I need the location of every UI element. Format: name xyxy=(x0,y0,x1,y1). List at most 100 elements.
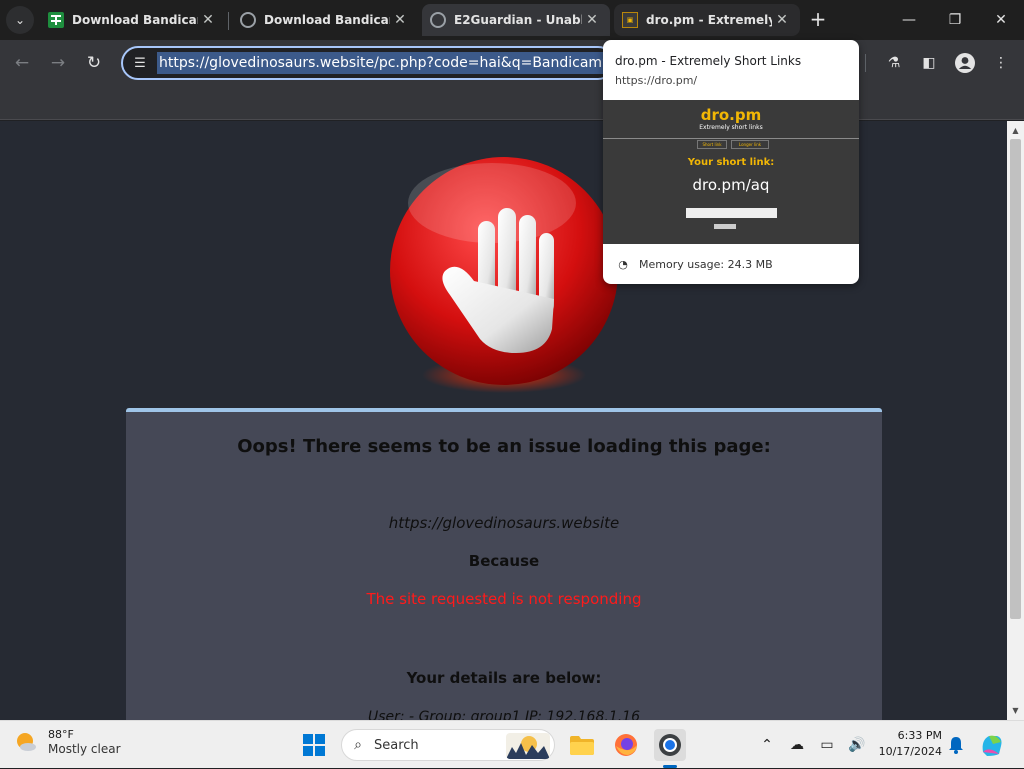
because-label: Because xyxy=(468,552,540,570)
tab-separator xyxy=(228,12,229,30)
chrome-button[interactable] xyxy=(654,729,686,761)
clock[interactable]: 6:33 PM 10/17/2024 xyxy=(870,728,942,760)
preview-button xyxy=(714,224,736,229)
memory-gauge-icon: ◔ xyxy=(618,257,628,271)
file-explorer-button[interactable] xyxy=(566,729,598,761)
error-panel: Oops! There seems to be an issue loading… xyxy=(126,408,882,720)
address-bar[interactable]: ☰ https://glovedinosaurs.website/pc.php?… xyxy=(121,46,615,80)
new-tab-button[interactable]: + xyxy=(806,8,830,32)
vertical-scrollbar[interactable]: ▲ ▼ xyxy=(1007,121,1024,720)
folder-icon xyxy=(570,736,594,755)
taskbar: 88°F Mostly clear ⌕ Search ⌃ ☁ ▭ 🔊 6:33 … xyxy=(0,720,1024,768)
close-icon[interactable]: ✕ xyxy=(390,12,410,28)
notifications-button[interactable] xyxy=(944,729,968,761)
globe-icon xyxy=(430,12,446,28)
system-tray: ⌃ ☁ ▭ 🔊 xyxy=(752,721,872,769)
cloud-offline-icon[interactable]: ☁ xyxy=(782,737,812,753)
preview-tab-long: Longer link xyxy=(731,140,769,149)
start-button[interactable] xyxy=(298,729,330,761)
search-highlight-art-icon xyxy=(506,733,550,759)
taskbar-search[interactable]: ⌕ Search xyxy=(341,729,555,761)
tab-download-bandicam-1[interactable]: Download Bandicam ( ✕ xyxy=(40,4,226,36)
error-reason: The site requested is not responding xyxy=(366,590,642,608)
tab-download-bandicam-2[interactable]: Download Bandicam 3 ✕ xyxy=(232,4,418,36)
scroll-down-arrow-icon[interactable]: ▼ xyxy=(1007,703,1024,719)
minimize-button[interactable]: — xyxy=(886,0,932,40)
dropm-favicon-icon: ▣ xyxy=(622,12,638,28)
restore-button[interactable]: ❐ xyxy=(932,0,978,40)
preview-divider xyxy=(603,138,859,139)
site-info-icon[interactable]: ☰ xyxy=(123,56,157,71)
close-icon[interactable]: ✕ xyxy=(772,12,792,28)
tab-hover-card: dro.pm - Extremely Short Links https://d… xyxy=(603,40,859,284)
tab-title: dro.pm - Extremely Sh xyxy=(646,13,772,27)
close-window-button[interactable]: ✕ xyxy=(978,0,1024,40)
hover-card-preview: dro.pm Extremely short links Short link … xyxy=(603,100,859,244)
hover-card-memory: ◔ Memory usage: 24.3 MB xyxy=(603,244,859,284)
preview-logo: dro.pm xyxy=(700,106,762,124)
tab-title: E2Guardian - Unable t xyxy=(454,13,582,27)
firefox-icon xyxy=(615,734,637,756)
profile-avatar-icon[interactable] xyxy=(955,53,975,73)
bookmark-bar xyxy=(0,86,1024,120)
copilot-icon xyxy=(982,735,1002,756)
chevron-down-icon: ⌄ xyxy=(14,13,26,27)
stop-hand-icon xyxy=(390,157,618,393)
details-heading: Your details are below: xyxy=(406,669,602,687)
user-details: User: - Group: group1 IP: 192.168.1.16 xyxy=(367,709,640,720)
browser-toolbar: ← → ↻ ☰ https://glovedinosaurs.website/p… xyxy=(0,40,1024,86)
volume-icon[interactable]: 🔊 xyxy=(842,737,872,753)
weather-temp: 88°F xyxy=(48,728,74,741)
back-arrow-icon: ← xyxy=(14,53,30,73)
close-icon[interactable]: ✕ xyxy=(198,12,218,28)
reload-button[interactable]: ↻ xyxy=(79,48,109,78)
error-heading: Oops! There seems to be an issue loading… xyxy=(237,436,771,457)
memory-usage-text: Memory usage: 24.3 MB xyxy=(639,257,773,271)
scrollbar-thumb[interactable] xyxy=(1010,139,1021,619)
preview-short-link: dro.pm/aq xyxy=(692,176,770,194)
tab-title: Download Bandicam ( xyxy=(72,13,198,27)
side-panel-icon[interactable]: ◧ xyxy=(919,53,939,73)
preview-input-box xyxy=(686,208,777,218)
restore-icon: ❐ xyxy=(948,12,962,28)
close-icon: ✕ xyxy=(995,12,1007,28)
network-icon[interactable]: ▭ xyxy=(812,737,842,753)
url-text[interactable]: https://glovedinosaurs.website/pc.php?co… xyxy=(157,52,613,74)
blocked-url: https://glovedinosaurs.website xyxy=(388,514,620,532)
chrome-icon xyxy=(659,734,681,756)
hover-card-title: dro.pm - Extremely Short Links xyxy=(615,54,802,68)
copilot-button[interactable] xyxy=(976,729,1008,761)
tab-strip: ⌄ Download Bandicam ( ✕ Download Bandica… xyxy=(0,0,1024,40)
sheets-icon xyxy=(48,12,64,28)
weather-widget[interactable]: 88°F Mostly clear xyxy=(14,727,121,757)
weather-condition: Mostly clear xyxy=(48,742,121,756)
search-icon: ⌕ xyxy=(354,737,362,753)
forward-button[interactable]: → xyxy=(43,48,73,78)
hover-card-url: https://dro.pm/ xyxy=(615,74,698,87)
close-icon[interactable]: ✕ xyxy=(582,12,602,28)
firefox-button[interactable] xyxy=(610,729,642,761)
tab-e2guardian[interactable]: E2Guardian - Unable t ✕ xyxy=(422,4,610,36)
preview-tab-short: Short link xyxy=(697,140,727,149)
windows-logo-icon xyxy=(303,734,325,756)
globe-icon xyxy=(240,12,256,28)
clock-date: 10/17/2024 xyxy=(878,745,942,758)
forward-arrow-icon: → xyxy=(50,53,66,73)
scroll-up-arrow-icon[interactable]: ▲ xyxy=(1007,123,1024,139)
reload-icon: ↻ xyxy=(86,53,102,73)
labs-flask-icon[interactable]: ⚗ xyxy=(884,53,904,73)
kebab-menu-icon[interactable]: ⋮ xyxy=(991,53,1011,73)
tab-title: Download Bandicam 3 xyxy=(264,13,390,27)
toolbar-divider xyxy=(865,54,866,72)
chevron-up-icon[interactable]: ⌃ xyxy=(752,737,782,753)
back-button[interactable]: ← xyxy=(7,48,37,78)
minimize-icon: — xyxy=(902,12,916,28)
weather-moon-cloud-icon xyxy=(17,733,36,751)
preview-tagline: Extremely short links xyxy=(699,124,763,131)
preview-label: Your short link: xyxy=(687,157,775,168)
tab-search-button[interactable]: ⌄ xyxy=(6,6,34,34)
tab-dro-pm[interactable]: ▣ dro.pm - Extremely Sh ✕ xyxy=(614,4,800,36)
clock-time: 6:33 PM xyxy=(897,729,942,742)
search-placeholder: Search xyxy=(374,737,419,753)
bell-icon xyxy=(949,737,963,754)
